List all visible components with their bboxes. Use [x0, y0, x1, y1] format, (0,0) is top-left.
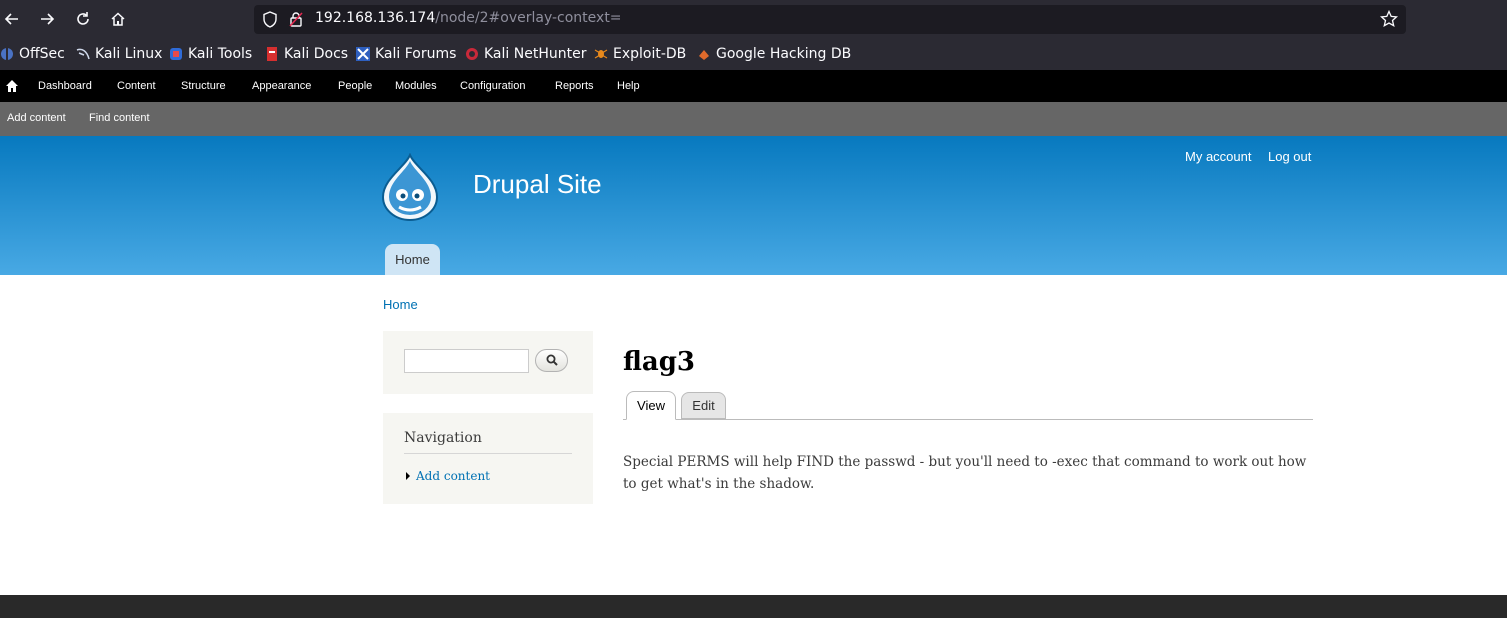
- nethunter-icon: [465, 47, 479, 61]
- search-icon: [546, 351, 558, 370]
- bookmark-kali-docs[interactable]: Kali Docs: [265, 46, 348, 62]
- kali-docs-icon: [265, 47, 279, 61]
- site-footer: [0, 595, 1507, 618]
- exploit-db-spider-icon: [594, 47, 608, 61]
- nav-item-add-content[interactable]: Add content: [406, 469, 490, 483]
- navigation-block: Navigation Add content: [383, 413, 593, 504]
- home-icon[interactable]: [107, 8, 129, 30]
- toolbar-item-configuration[interactable]: Configuration: [460, 80, 525, 92]
- kali-forums-icon: [356, 47, 370, 61]
- toolbar-item-structure[interactable]: Structure: [181, 80, 226, 92]
- bookmark-exploit-db[interactable]: Exploit-DB: [594, 46, 686, 62]
- drupal-drop-logo-icon[interactable]: [379, 152, 441, 225]
- url-text[interactable]: 192.168.136.174/node/2#overlay-context=: [315, 10, 622, 26]
- bookmark-label: Kali NetHunter: [484, 46, 587, 62]
- url-host: 192.168.136.174: [315, 10, 436, 26]
- toolbar-item-dashboard[interactable]: Dashboard: [38, 80, 92, 92]
- log-out-link[interactable]: Log out: [1268, 149, 1311, 164]
- site-header: Drupal Site My account Log out Home: [0, 136, 1507, 275]
- breadcrumb[interactable]: Home: [383, 297, 418, 312]
- main-menu-home-tab[interactable]: Home: [385, 244, 440, 275]
- shortcut-add-content[interactable]: Add content: [7, 112, 66, 124]
- bookmark-kali-tools[interactable]: Kali Tools: [169, 46, 252, 62]
- search-button[interactable]: [535, 349, 568, 372]
- url-path: /node/2#overlay-context=: [435, 10, 622, 26]
- shortcuts-bar: Add content Find content: [0, 102, 1507, 136]
- browser-navigation-bar: 192.168.136.174/node/2#overlay-context=: [0, 0, 1507, 38]
- offsec-favicon-icon: [0, 47, 14, 61]
- toolbar-item-help[interactable]: Help: [617, 80, 640, 92]
- back-arrow-icon[interactable]: [1, 8, 23, 30]
- my-account-link[interactable]: My account: [1185, 149, 1251, 164]
- forward-arrow-icon[interactable]: [36, 8, 58, 30]
- toolbar-item-appearance[interactable]: Appearance: [252, 80, 311, 92]
- bookmark-label: Kali Tools: [188, 46, 253, 62]
- bookmark-offsec[interactable]: OffSec: [0, 46, 65, 62]
- bookmark-label: Kali Docs: [284, 46, 349, 62]
- shortcut-find-content[interactable]: Find content: [89, 112, 150, 124]
- bookmark-google-hacking-db[interactable]: Google Hacking DB: [697, 46, 851, 62]
- bookmark-label: OffSec: [19, 46, 65, 62]
- bookmarks-bar: OffSec Kali Linux Kali Tools Kali Docs K…: [0, 38, 1507, 70]
- node-body: Special PERMS will help FIND the passwd …: [623, 454, 1307, 492]
- ghdb-icon: [697, 47, 711, 61]
- insecure-lock-icon[interactable]: [288, 11, 304, 32]
- search-block: [383, 331, 593, 394]
- admin-toolbar: Dashboard Content Structure Appearance P…: [0, 70, 1507, 102]
- tabs-divider: [623, 419, 1313, 420]
- toolbar-item-modules[interactable]: Modules: [395, 80, 437, 92]
- bookmark-kali-linux[interactable]: Kali Linux: [76, 46, 162, 62]
- tab-edit[interactable]: Edit: [681, 392, 726, 419]
- bookmark-kali-nethunter[interactable]: Kali NetHunter: [465, 46, 586, 62]
- bookmark-label: Google Hacking DB: [716, 46, 852, 62]
- search-input[interactable]: [404, 349, 529, 373]
- kali-dragon-icon: [76, 47, 90, 61]
- navigation-title: Navigation: [404, 430, 572, 454]
- bookmark-label: Kali Linux: [95, 46, 163, 62]
- tab-view[interactable]: View: [626, 391, 676, 420]
- site-name[interactable]: Drupal Site: [473, 169, 602, 200]
- page-title: flag3: [623, 347, 696, 377]
- toolbar-item-reports[interactable]: Reports: [555, 80, 594, 92]
- kali-tools-icon: [169, 47, 183, 61]
- triangle-right-icon: [406, 472, 410, 480]
- reload-icon[interactable]: [72, 8, 94, 30]
- toolbar-home-icon[interactable]: [5, 78, 19, 97]
- toolbar-item-content[interactable]: Content: [117, 80, 156, 92]
- toolbar-item-people[interactable]: People: [338, 80, 372, 92]
- shield-icon[interactable]: [262, 11, 278, 32]
- bookmark-label: Kali Forums: [375, 46, 457, 62]
- bookmark-kali-forums[interactable]: Kali Forums: [356, 46, 456, 62]
- address-bar[interactable]: 192.168.136.174/node/2#overlay-context=: [254, 5, 1406, 34]
- bookmark-star-icon[interactable]: [1379, 9, 1399, 32]
- bookmark-label: Exploit-DB: [613, 46, 687, 62]
- nav-item-label[interactable]: Add content: [416, 469, 490, 483]
